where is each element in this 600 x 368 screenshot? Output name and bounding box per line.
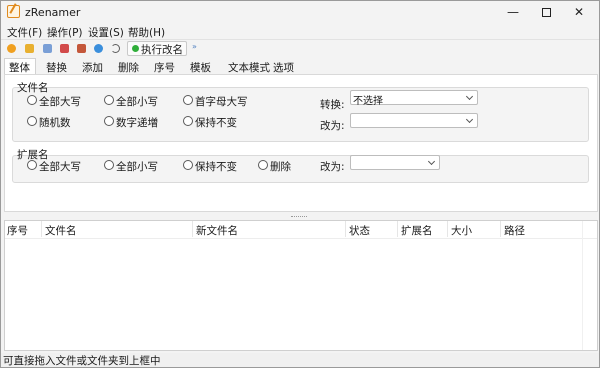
maximize-icon [541,8,551,17]
column-header-new-filename[interactable]: 新文件名 [196,223,238,238]
radio-label: 全部大写 [39,161,81,173]
extension-group [12,155,589,183]
tab-add[interactable]: 添加 [82,60,103,75]
radio-icon [183,116,193,126]
radio-label: 保持不变 [195,161,237,173]
ext-change-to-select[interactable] [350,155,440,170]
menu-operation[interactable]: 操作(P) [47,25,83,40]
more-icon[interactable]: » [192,42,197,51]
column-divider[interactable] [192,221,193,237]
radio-label: 删除 [270,161,291,173]
column-divider[interactable] [500,221,501,237]
tab-overall[interactable]: 整体 [9,60,30,75]
radio-label: 全部小写 [116,96,158,108]
convert-select[interactable]: 不选择 [350,90,478,107]
radio-icon [104,116,114,126]
column-header-status[interactable]: 状态 [349,223,370,238]
status-text: 可直接拖入文件或文件夹到上框中 [3,355,161,367]
convert-label: 转换: [320,99,345,111]
radio-label: 保持不变 [195,117,237,129]
radio-icon [27,95,37,105]
column-header-extension[interactable]: 扩展名 [401,223,433,238]
column-divider[interactable] [447,221,448,237]
chevron-down-icon [465,115,474,124]
radio-label: 首字母大写 [195,96,248,108]
filename-group [12,87,589,142]
radio-icon [183,95,193,105]
tab-delete[interactable]: 删除 [118,60,139,75]
radio-label: 随机数 [39,117,71,129]
radio-label: 全部小写 [116,161,158,173]
column-header-size[interactable]: 大小 [451,223,472,238]
table-right-edge [582,221,583,350]
maximize-button[interactable] [532,1,560,23]
table-header-divider [5,238,597,239]
filename-change-to-select[interactable] [350,113,478,128]
page-icon[interactable] [43,44,52,53]
title-bar: zRenamer — ✕ [1,1,599,23]
panel-splitter[interactable] [1,214,599,219]
globe-icon[interactable] [94,44,103,53]
column-divider[interactable] [41,221,42,237]
app-window: zRenamer — ✕ 文件(F) 操作(P) 设置(S) 帮助(H) 执行改… [0,0,600,368]
app-title: zRenamer [25,6,81,19]
tab-text-mode[interactable]: 文本模式 [228,60,270,75]
menu-bar: 文件(F) 操作(P) 设置(S) 帮助(H) [1,23,599,39]
ext-change-to-label: 改为: [320,161,345,173]
radio-icon [258,160,268,170]
chevron-down-icon [465,92,474,101]
radio-icon [104,160,114,170]
menu-settings[interactable]: 设置(S) [88,25,124,40]
radio-icon [27,116,37,126]
gear-icon[interactable] [7,44,16,53]
radio-icon [104,95,114,105]
column-header-path[interactable]: 路径 [504,223,525,238]
tab-sequence[interactable]: 序号 [154,60,175,75]
toolbar: 执行改名 » [1,39,599,57]
splitter-grip-icon [291,216,307,217]
folder-icon[interactable] [25,44,34,53]
radio-icon [27,160,37,170]
book-icon[interactable] [60,44,69,53]
convert-select-value: 不选择 [353,96,383,107]
filename-change-to-label: 改为: [320,120,345,132]
tab-options[interactable]: 选项 [273,60,294,75]
radio-label: 全部大写 [39,96,81,108]
image-icon[interactable] [77,44,86,53]
execute-rename-label: 执行改名 [141,44,183,56]
close-button[interactable]: ✕ [565,1,593,23]
menu-help[interactable]: 帮助(H) [128,25,165,40]
tab-bar: 整体 替换 添加 删除 序号 模板 文本模式 选项 [1,58,599,75]
radio-label: 数字递増 [116,117,158,129]
column-header-filename[interactable]: 文件名 [45,223,77,238]
menu-file[interactable]: 文件(F) [7,25,42,40]
status-bar: 可直接拖入文件或文件夹到上框中 [1,353,599,367]
execute-rename-button[interactable]: 执行改名 [127,41,187,56]
column-divider[interactable] [397,221,398,237]
minimize-button[interactable]: — [499,1,527,23]
pencil-icon [7,5,20,18]
file-table[interactable]: 序号 文件名 新文件名 状态 扩展名 大小 路径 [4,220,598,351]
tab-template[interactable]: 模板 [190,60,211,75]
filename-group-label: 文件名 [17,82,49,94]
chevron-down-icon [427,157,436,166]
options-panel: 文件名 全部大写 全部小写 首字母大写 随机数 数字递増 保持不变 转换: 不选… [4,74,598,212]
column-header-index[interactable]: 序号 [7,223,28,238]
radio-icon [183,160,193,170]
tab-replace[interactable]: 替换 [46,60,67,75]
undo-icon[interactable] [111,44,120,53]
column-divider[interactable] [345,221,346,237]
green-dot-icon [132,45,139,52]
